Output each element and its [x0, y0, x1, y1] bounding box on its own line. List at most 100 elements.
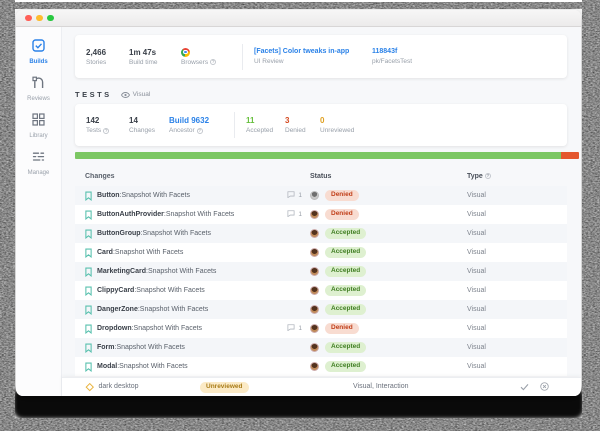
- bookmark-icon: [85, 191, 92, 201]
- table-row[interactable]: ButtonGroup:Snapshot With FacetsAccepted…: [75, 224, 567, 243]
- bookmark-icon: [85, 324, 92, 334]
- status-badge: Accepted: [325, 266, 366, 277]
- bookmark-icon: [85, 248, 92, 258]
- comment-icon: [287, 210, 295, 219]
- divider: [242, 44, 243, 70]
- comment-count: 1: [298, 211, 302, 218]
- manage-icon: [32, 150, 45, 168]
- reviewer-avatar: [310, 305, 319, 314]
- stat-ancestor: Build 9632 Ancestor: [169, 116, 223, 134]
- close-window-button[interactable]: [25, 15, 32, 22]
- reviewer-avatar: [310, 343, 319, 352]
- visual-filter-toggle[interactable]: Visual: [121, 91, 151, 98]
- comment-count: 1: [298, 325, 302, 332]
- minimize-window-button[interactable]: [36, 15, 43, 22]
- sidebar-item-label: Reviews: [27, 96, 50, 102]
- reviewer-avatar: [310, 286, 319, 295]
- change-name: Card:Snapshot With Facets: [97, 249, 183, 256]
- change-name: Form:Snapshot With Facets: [97, 344, 185, 351]
- bookmark-icon: [85, 229, 92, 239]
- noise-border-top: [0, 2, 600, 9]
- change-name: MarketingCard:Snapshot With Facets: [97, 268, 216, 275]
- table-row[interactable]: Card:Snapshot With FacetsAcceptedVisual: [75, 243, 567, 262]
- build-title-link[interactable]: [Facets] Color tweaks in-app: [254, 48, 372, 56]
- window-titlebar: [16, 10, 581, 27]
- changes-value: 14: [129, 116, 169, 125]
- status-badge: Accepted: [325, 304, 366, 315]
- buildtime-label: Build time: [129, 59, 181, 66]
- status-badge: Accepted: [325, 361, 366, 372]
- status-badge: Denied: [325, 209, 359, 220]
- zoom-window-button[interactable]: [47, 15, 54, 22]
- test-rows: Button:Snapshot With Facets1DeniedVisual…: [75, 186, 567, 376]
- table-row[interactable]: Dropdown:Snapshot With Facets1DeniedVisu…: [75, 319, 567, 338]
- snapshot-footer-bar: dark desktop Unreviewed Visual, Interact…: [62, 377, 581, 396]
- comment-icon: [287, 324, 295, 333]
- change-name: DangerZone:Snapshot With Facets: [97, 306, 208, 313]
- viewport-label: dark desktop: [99, 383, 139, 390]
- help-icon[interactable]: [103, 128, 109, 134]
- build-summary-card: 2,466 Stories 1m 47s Build time Browsers…: [75, 35, 567, 78]
- viewport-diamond-icon: [86, 383, 94, 391]
- table-row[interactable]: ButtonAuthProvider:Snapshot With Facets 1…: [75, 205, 567, 224]
- check-icon[interactable]: [520, 383, 529, 391]
- sidebar-item-label: Builds: [29, 59, 47, 65]
- visual-filter-label: Visual: [133, 91, 151, 98]
- change-name: Button:Snapshot With Facets: [97, 192, 190, 199]
- commit-hash-link[interactable]: 118843f: [372, 48, 412, 56]
- reviewer-avatar: [310, 210, 319, 219]
- table-row[interactable]: Form:Snapshot With Facets Accepted Visual: [75, 338, 567, 357]
- sidebar-item-builds[interactable]: Builds: [29, 39, 47, 65]
- sidebar-item-manage[interactable]: Manage: [28, 150, 50, 176]
- type-cell: Visual: [467, 287, 567, 294]
- stat-buildtime: 1m 47s Build time: [129, 48, 181, 66]
- library-icon: [32, 113, 45, 131]
- table-row[interactable]: DangerZone:Snapshot With Facets Accepted V…: [75, 300, 567, 319]
- stories-label: Stories: [86, 59, 129, 66]
- sidebar-item-label: Library: [29, 133, 47, 139]
- sidebar-item-library[interactable]: Library: [29, 113, 47, 139]
- type-cell: Visual: [467, 268, 567, 275]
- viewport-selector[interactable]: dark desktop: [87, 383, 139, 390]
- column-status: Status: [310, 173, 467, 180]
- status-badge: Accepted: [325, 342, 366, 353]
- type-cell: Visual: [467, 306, 567, 313]
- stat-stories: 2,466 Stories: [86, 48, 129, 66]
- tests-value: 142: [86, 116, 129, 125]
- sidebar: Builds Reviews Library Manage: [16, 27, 62, 396]
- chrome-browser-icon: [181, 48, 190, 57]
- table-row[interactable]: Modal:Snapshot With FacetsAcceptedVisual: [75, 357, 567, 376]
- help-icon[interactable]: [197, 128, 203, 134]
- table-row[interactable]: MarketingCard:Snapshot With Facets Accept…: [75, 262, 567, 281]
- type-cell: Visual: [467, 211, 567, 218]
- noise-border-left: [0, 0, 15, 431]
- change-name: ButtonAuthProvider:Snapshot With Facets: [97, 211, 234, 218]
- browsers-label: Browsers: [181, 59, 208, 66]
- help-icon[interactable]: [210, 59, 216, 65]
- sidebar-item-reviews[interactable]: Reviews: [27, 76, 50, 102]
- change-name: ClippyCard:Snapshot With Facets: [97, 287, 205, 294]
- status-badge: Denied: [325, 323, 359, 334]
- table-row[interactable]: ClippyCard:Snapshot With FacetsAcceptedV…: [75, 281, 567, 300]
- change-name: Dropdown:Snapshot With Facets: [97, 325, 202, 332]
- stat-accepted: 11 Accepted: [246, 116, 285, 134]
- reviewer-avatar: [310, 191, 319, 200]
- denied-value: 3: [285, 116, 320, 125]
- help-icon[interactable]: [485, 173, 491, 179]
- dismiss-circle-icon[interactable]: [540, 382, 549, 391]
- build-subtitle: UI Review: [254, 58, 372, 65]
- table-row[interactable]: Button:Snapshot With Facets1DeniedVisual: [75, 186, 567, 205]
- eye-icon: [121, 92, 130, 98]
- type-cell: Visual: [467, 363, 567, 370]
- tests-label: Tests: [86, 127, 101, 134]
- ancestor-build-link[interactable]: Build 9632: [169, 116, 223, 125]
- reviewer-avatar: [310, 362, 319, 371]
- noise-border-right: [582, 0, 600, 431]
- type-cell: Visual: [467, 344, 567, 351]
- reviews-icon: [32, 76, 45, 94]
- stat-unreviewed: 0 Unreviewed: [320, 116, 370, 134]
- ancestor-label: Ancestor: [169, 127, 195, 134]
- app-window: Builds Reviews Library Manage 2,466 Stories…: [16, 10, 581, 396]
- tests-summary-card: 142 Tests 14 Changes Build 9632 Ancestor…: [75, 104, 567, 146]
- sidebar-item-label: Manage: [28, 170, 50, 176]
